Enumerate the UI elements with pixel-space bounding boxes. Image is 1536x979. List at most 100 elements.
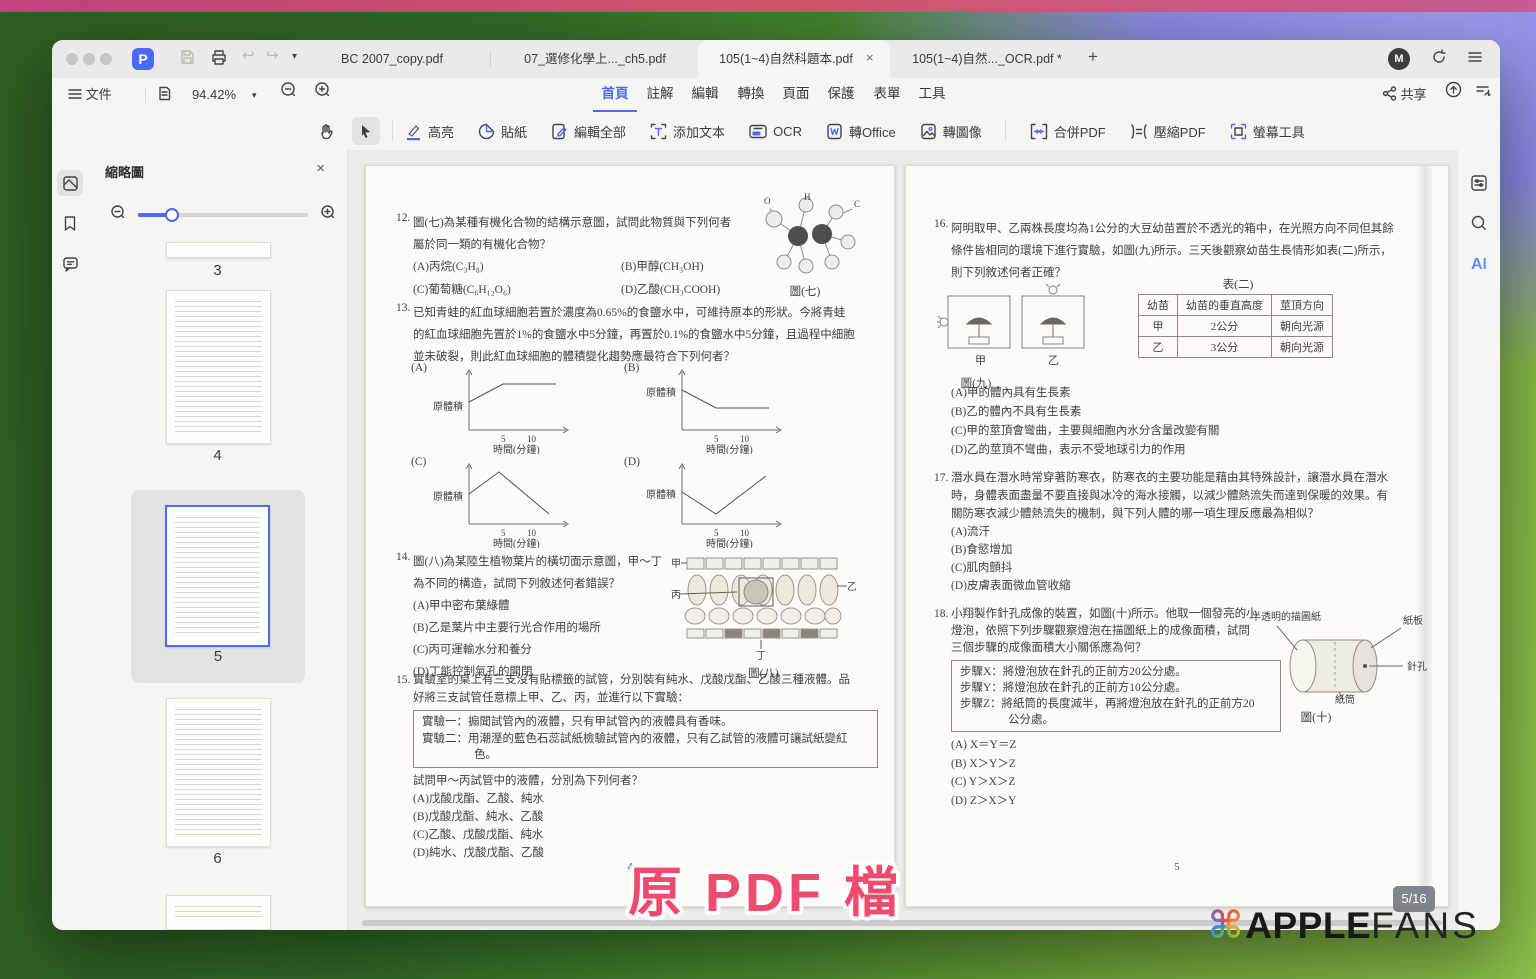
zoom-in-button[interactable] (314, 78, 332, 112)
graph-xtick: 5 (714, 528, 719, 538)
close-window-button[interactable] (66, 53, 78, 65)
comments-panel-icon[interactable] (57, 250, 83, 276)
table-cell: 甲 (1139, 316, 1178, 337)
graph-xlabel: 時間(分鐘) (706, 443, 753, 454)
zoom-window-button[interactable] (100, 53, 112, 65)
question-13: 13. 已知青蛙的紅血球細胞若置於濃度為0.65%的食鹽水中，可維持原本的形狀。… (413, 302, 888, 368)
slider-knob[interactable] (165, 208, 179, 222)
question-number: 16. (934, 218, 948, 230)
graph-xlabel: 時間(分鐘) (706, 537, 753, 548)
page-fit-icon[interactable] (157, 78, 172, 112)
thumbnail-size-slider[interactable] (138, 213, 308, 217)
thumbnails-panel-icon[interactable] (57, 170, 83, 196)
nav-tab-tools[interactable]: 工具 (910, 78, 954, 110)
select-tool-icon[interactable] (352, 117, 380, 145)
leaf-label-yi: 乙 (847, 581, 856, 593)
to-image-tool[interactable]: 轉圖像 (919, 122, 982, 141)
nav-tab-edit[interactable]: 編輯 (683, 78, 727, 110)
brand-word-apple: APPLE (1245, 905, 1371, 947)
bookmarks-panel-icon[interactable] (57, 210, 83, 236)
ai-panel-icon[interactable]: AI (1466, 252, 1492, 278)
question-number: 18. (934, 606, 948, 623)
thumbnail-page-6[interactable] (166, 698, 271, 847)
nav-tab-page[interactable]: 頁面 (774, 78, 818, 110)
save-icon[interactable] (178, 48, 196, 71)
hand-tool-icon[interactable] (312, 117, 340, 145)
share-button[interactable]: 共享 (1382, 78, 1427, 112)
edit-all-tool[interactable]: 編輯全部 (550, 122, 626, 141)
table-title: 表(二) (1138, 276, 1338, 292)
atom-label-h: H (804, 192, 811, 202)
new-tab-button[interactable]: + (1088, 47, 1098, 67)
print-icon[interactable] (210, 48, 228, 71)
experiment-box: 實驗一：搧聞試管內的液體，只有甲試管內的液體具有香味。 實驗二：用潮溼的藍色石蕊… (413, 710, 878, 768)
history-caret-icon[interactable]: ▾ (292, 51, 297, 62)
highlight-tool[interactable]: 高亮 (404, 122, 454, 141)
thumbnail-label-3: 3 (88, 262, 347, 279)
app-logo[interactable]: P (132, 48, 154, 70)
zoom-level-value[interactable]: 94.42% (184, 78, 244, 112)
question-text: 小翔製作針孔成像的裝置，如圖(十)所示。他取一個發亮的小 (951, 606, 1281, 623)
nav-tab-form[interactable]: 表單 (865, 78, 909, 110)
label-tracing-paper: 半透明的描圖紙 (1251, 610, 1321, 623)
pdf-page-5[interactable]: 16. 阿明取甲、乙兩株長度均為1公分的大豆幼苗置於不透光的箱中，在光照方向不同… (905, 165, 1449, 907)
question-17: 17. 潛水員在潛水時常穿著防寒衣，防寒衣的主要功能是藉由其特殊設計，讓潛水員在… (951, 469, 1426, 595)
experiment-1: 實驗一：搧聞試管內的液體，只有甲試管內的液體具有香味。 (422, 714, 869, 731)
option-a: (A)甲的體內具有生長素 (951, 384, 1426, 403)
tab-ch5[interactable]: 07_選修化學上..._ch5.pdf (500, 40, 690, 78)
properties-panel-icon[interactable] (1466, 170, 1492, 196)
option-b: (B)乙是葉片中主要行光合作用的場所 (413, 617, 713, 639)
ocr-tool[interactable]: OCR (748, 122, 802, 141)
refresh-icon[interactable] (1430, 48, 1448, 71)
tab-active-nature-exam[interactable]: 105(1~4)自然科題本.pdf × (698, 40, 890, 78)
nav-tab-convert[interactable]: 轉換 (729, 78, 773, 110)
cloud-upload-icon[interactable] (1444, 78, 1463, 112)
thumbnail-label-5: 5 (131, 648, 305, 665)
applefans-logo: ⌘ APPLE FANS (1208, 905, 1480, 947)
nav-tab-home[interactable]: 首頁 (593, 78, 637, 112)
graph-ylabel: 原體積 (433, 400, 463, 413)
left-panel-strip (52, 150, 88, 930)
thumbnail-content (175, 906, 262, 919)
thumb-zoom-out-icon[interactable] (110, 204, 127, 226)
thumb-zoom-in-icon[interactable] (320, 204, 337, 226)
question-text: 好將三支試管任意標上甲、乙、丙，並進行以下實驗： (413, 689, 878, 707)
minimize-window-button[interactable] (83, 53, 95, 65)
thumbnail-page-7[interactable] (166, 895, 271, 930)
panel-close-icon[interactable]: × (316, 160, 325, 177)
nav-tab-comment[interactable]: 註解 (638, 78, 682, 110)
redo-icon[interactable]: ↪ (266, 46, 279, 64)
tab-bc2007[interactable]: BC 2007_copy.pdf (307, 40, 477, 78)
pdf-page-4[interactable]: 12. 圖(七)為某種有機化合物的結構示意圖，試問此物質與下列何者 屬於同一類的… (365, 165, 895, 907)
document-area: 12. 圖(七)為某種有機化合物的結構示意圖，試問此物質與下列何者 屬於同一類的… (348, 150, 1458, 930)
screen-tools-tool[interactable]: 螢幕工具 (1229, 122, 1305, 141)
file-menu-button[interactable]: 文件 (68, 78, 112, 112)
ocr-label: OCR (773, 124, 802, 139)
tools-bar: 高亮 貼紙 編輯全部 添加文本 OCR 轉Office (52, 112, 1500, 151)
thumbnail-page-4[interactable] (166, 290, 271, 444)
brand-word-fans: FANS (1371, 905, 1480, 947)
collapse-toolbar-icon[interactable] (1476, 78, 1493, 112)
app-menu-icon[interactable] (1466, 48, 1484, 71)
thumbnail-page-3[interactable] (166, 242, 271, 258)
tab-ocr[interactable]: 105(1~4)自然..._OCR.pdf * (897, 40, 1077, 78)
merge-pdf-tool[interactable]: 合併PDF (1029, 122, 1106, 141)
graph-letter: (D) (624, 456, 640, 468)
tab-close-icon[interactable]: × (866, 50, 874, 65)
sticker-tool[interactable]: 貼紙 (477, 122, 527, 141)
zoom-caret-icon[interactable]: ▾ (252, 78, 257, 112)
compress-pdf-tool[interactable]: 壓縮PDF (1129, 122, 1206, 141)
question-text: 的紅血球細胞先置於1%的食鹽水中5分鐘，再置於0.1%的食鹽水中5分鐘，且過程中… (413, 324, 888, 346)
thumbnail-page-5-selected[interactable] (165, 505, 270, 647)
nav-tab-protect[interactable]: 保護 (819, 78, 863, 110)
account-avatar[interactable]: M (1388, 48, 1410, 70)
to-office-tool[interactable]: 轉Office (825, 122, 896, 141)
zoom-out-button[interactable] (280, 78, 298, 112)
option-b: (B) X＞Y＞Z (951, 755, 1281, 774)
undo-icon[interactable]: ↩ (242, 46, 255, 64)
search-panel-icon[interactable] (1466, 210, 1492, 236)
thumbnail-content (175, 709, 262, 836)
option-b: (B)乙的體內不具有生長素 (951, 403, 1426, 422)
add-text-tool[interactable]: 添加文本 (649, 122, 725, 141)
graph-letter: (B) (624, 362, 639, 374)
